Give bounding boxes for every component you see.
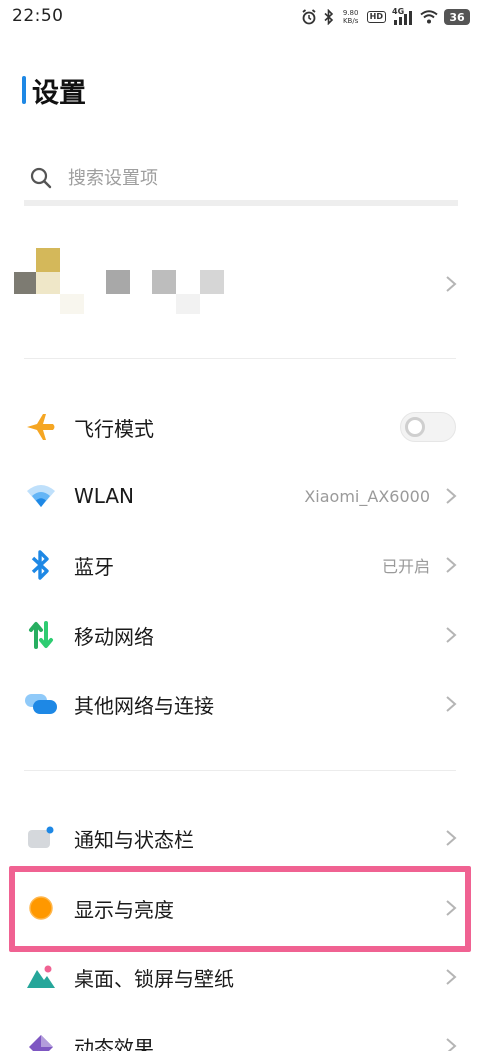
network-speed: 9.80 KB/s bbox=[342, 9, 359, 25]
airplane-icon bbox=[24, 410, 58, 444]
setting-label: WLAN bbox=[74, 484, 135, 508]
account-chevron-icon bbox=[446, 276, 457, 292]
setting-row-wallpaper[interactable]: 桌面、锁屏与壁纸 bbox=[0, 947, 480, 1007]
toggle-knob bbox=[405, 417, 425, 437]
wallpaper-icon bbox=[24, 960, 58, 994]
account-row[interactable] bbox=[0, 234, 480, 334]
chevron-right-icon bbox=[446, 969, 457, 985]
chevron-right-icon bbox=[446, 627, 457, 643]
status-bar: 22:50 9.80 KB/s HD 4G 36 bbox=[0, 0, 480, 36]
setting-row-wlan[interactable]: WLAN Xiaomi_AX6000 bbox=[0, 466, 480, 526]
page-header: 设置 bbox=[22, 72, 86, 109]
section-divider bbox=[24, 358, 456, 359]
alarm-icon bbox=[302, 9, 316, 25]
network-connection-icon bbox=[24, 687, 58, 721]
setting-label: 蓝牙 bbox=[74, 554, 114, 579]
bluetooth-icon bbox=[24, 548, 58, 582]
status-icons: 9.80 KB/s HD 4G 36 bbox=[301, 7, 470, 27]
status-time: 22:50 bbox=[12, 6, 64, 26]
bluetooth-status-icon bbox=[324, 9, 333, 25]
cellular-signal-icon: 4G bbox=[392, 7, 414, 26]
wifi-icon bbox=[24, 479, 58, 513]
account-avatar-redacted bbox=[14, 272, 36, 294]
settings-screen: 22:50 9.80 KB/s HD 4G 36 设置 搜索设置项 飞行模式 W… bbox=[0, 0, 480, 1051]
search-icon bbox=[30, 167, 52, 189]
chevron-right-icon bbox=[446, 830, 457, 846]
chevron-right-icon bbox=[446, 488, 457, 504]
hd-voice-badge: HD bbox=[366, 11, 386, 23]
airplane-mode-toggle[interactable] bbox=[400, 412, 456, 442]
setting-label: 动态效果 bbox=[74, 1035, 154, 1051]
notification-icon bbox=[24, 821, 58, 855]
highlight-box bbox=[9, 866, 471, 952]
chevron-right-icon bbox=[446, 1038, 457, 1051]
page-title: 设置 bbox=[32, 77, 86, 109]
title-accent-bar bbox=[22, 76, 26, 104]
setting-row-airplane-mode[interactable]: 飞行模式 bbox=[0, 397, 480, 457]
setting-row-animation[interactable]: 动态效果 bbox=[0, 1016, 480, 1051]
battery-indicator: 36 bbox=[444, 9, 470, 25]
setting-row-bluetooth[interactable]: 蓝牙 已开启 bbox=[0, 535, 480, 595]
setting-row-notifications[interactable]: 通知与状态栏 bbox=[0, 808, 480, 868]
wlan-network-name: Xiaomi_AX6000 bbox=[304, 486, 430, 506]
account-name-redacted bbox=[106, 270, 130, 294]
setting-label: 通知与状态栏 bbox=[74, 827, 194, 852]
animation-icon bbox=[24, 1029, 58, 1051]
setting-row-other-networks[interactable]: 其他网络与连接 bbox=[0, 674, 480, 734]
search-bar[interactable] bbox=[24, 156, 458, 206]
setting-label: 其他网络与连接 bbox=[74, 693, 214, 718]
section-divider bbox=[24, 770, 456, 771]
setting-label: 移动网络 bbox=[74, 624, 154, 649]
setting-row-mobile-network[interactable]: 移动网络 bbox=[0, 605, 480, 665]
chevron-right-icon bbox=[446, 557, 457, 573]
setting-label: 飞行模式 bbox=[74, 416, 154, 441]
setting-label: 桌面、锁屏与壁纸 bbox=[74, 966, 234, 991]
bluetooth-status: 已开启 bbox=[381, 557, 430, 576]
search-input[interactable] bbox=[68, 167, 428, 189]
wifi-status-icon bbox=[420, 10, 438, 24]
chevron-right-icon bbox=[446, 696, 457, 712]
mobile-data-icon bbox=[24, 618, 58, 652]
